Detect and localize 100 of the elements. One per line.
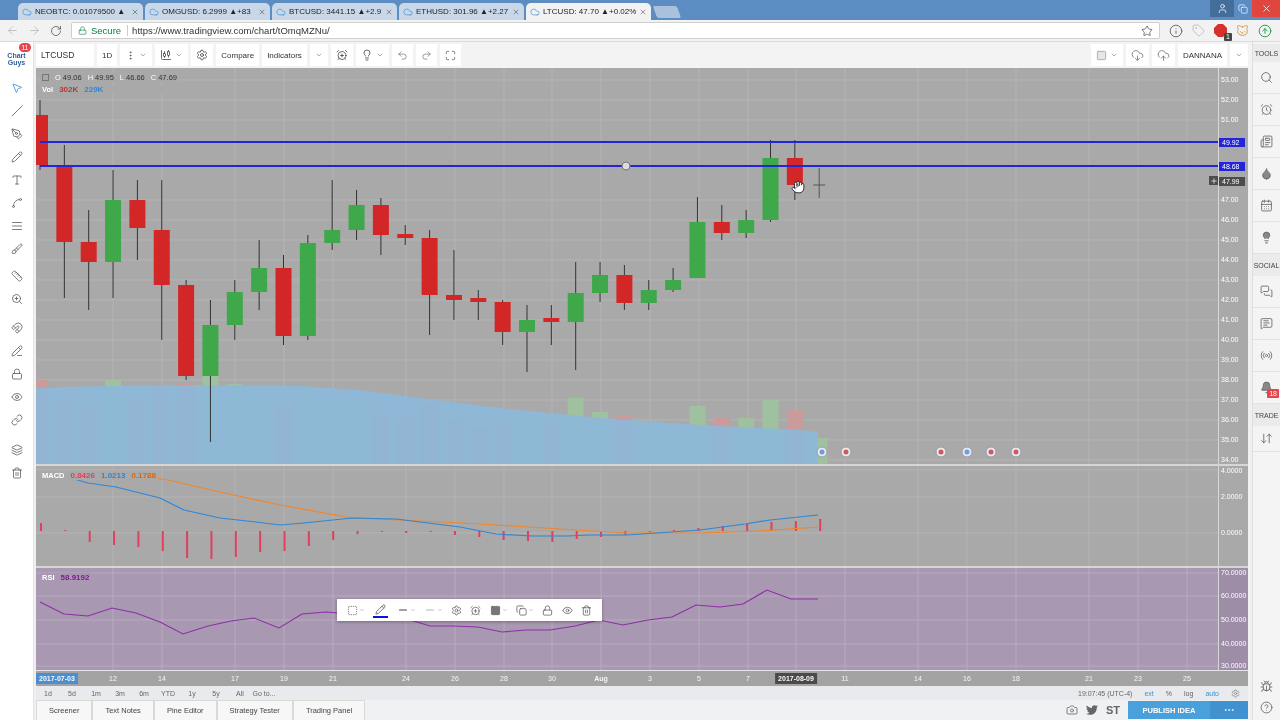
load-button[interactable] [1125,44,1149,66]
trash-icon[interactable] [10,466,23,479]
close-tab-icon[interactable] [258,7,266,16]
line-color-button[interactable] [373,602,389,618]
lock-icon[interactable] [542,604,554,616]
zoom-in-icon[interactable] [10,292,23,305]
browser-tab[interactable]: OMGUSD: 6.2999 ▲+83 [145,3,270,20]
profile-button[interactable] [1210,0,1234,17]
link-icon[interactable] [10,413,23,426]
save-button[interactable] [1151,44,1175,66]
restore-window-icon[interactable] [1238,3,1248,14]
trash-icon[interactable] [580,604,592,616]
chat-bubbles-icon[interactable] [1260,285,1273,298]
info-extension-icon[interactable] [1169,23,1183,38]
candlestick [372,197,389,256]
calendar-icon[interactable] [1260,199,1273,212]
pencil-icon[interactable] [10,150,23,163]
line-handle[interactable] [621,161,631,171]
settings-icon[interactable] [1231,688,1240,698]
settings-button[interactable] [191,44,214,66]
undo-button[interactable] [391,44,413,66]
lightbulb-icon[interactable] [1260,231,1273,244]
new-tab-button[interactable] [652,6,682,18]
event-marker-icon[interactable] [985,446,997,458]
close-tab-icon[interactable] [385,7,393,16]
collapse-icon[interactable] [42,74,49,81]
cursor-icon[interactable] [10,81,23,94]
ideas-button[interactable] [355,44,389,66]
histogram-bar [137,531,140,547]
camera-icon[interactable] [1065,704,1078,716]
text-icon[interactable] [10,173,23,186]
caret-icon [139,51,148,59]
browser-tab[interactable]: LTCUSD: 47.70 ▲+0.02% [526,3,651,20]
magnet-icon[interactable] [10,321,23,334]
layout-button[interactable] [1090,44,1123,66]
stocktwits-link[interactable]: ST [1105,704,1120,716]
arrow-circle-icon[interactable] [1258,23,1272,38]
cloud-favicon-icon [149,6,159,17]
toolbar-text-button[interactable]: Compare [216,44,260,66]
bookmark-star-icon[interactable] [1141,24,1153,37]
search-icon[interactable] [1260,71,1273,84]
dashed-square-icon[interactable] [347,604,359,616]
stop-sign-extension-icon[interactable] [1214,24,1227,37]
diagonal-line-icon[interactable] [10,104,23,117]
event-marker-icon[interactable] [1010,446,1022,458]
close-icon [1260,3,1272,14]
copy-icon[interactable] [516,604,527,616]
browser-tab[interactable]: ETHUSD: 301.96 ▲+2.27 [399,3,524,20]
brush-icon[interactable] [10,242,23,255]
ruler-icon[interactable] [10,269,23,282]
fullscreen-button[interactable] [439,44,461,66]
symbol-field[interactable]: LTCUSD [36,44,94,66]
alarm-clock-plus-icon[interactable] [470,604,482,616]
alarm-clock-icon[interactable] [1260,103,1273,116]
lock-icon[interactable] [10,367,23,380]
chart-style-button[interactable] [155,44,189,66]
bug-icon[interactable] [1260,680,1273,693]
filled-square-icon[interactable] [489,604,501,616]
drop-icon[interactable] [1260,167,1273,180]
curve-icon[interactable] [10,196,23,209]
event-marker-icon[interactable] [935,446,947,458]
event-marker-icon[interactable] [840,446,852,458]
help-icon[interactable] [1260,701,1273,714]
redo-button[interactable] [415,44,437,66]
candlestick [251,239,268,311]
bird-icon[interactable] [1085,704,1098,716]
newspaper-icon[interactable] [1260,135,1273,148]
pencil-icon [375,603,387,615]
event-marker-icon[interactable] [961,446,973,458]
close-tab-icon[interactable] [512,7,520,16]
close-tab-icon[interactable] [639,7,648,16]
histogram-bar [259,531,262,552]
candlestick [397,224,414,246]
chat-text-icon[interactable] [1260,317,1273,330]
reload-icon[interactable] [50,24,62,37]
horizontal-lines-icon[interactable] [10,219,23,232]
browser-tab[interactable]: NEOBTC: 0.01079500 ▲ [18,3,143,20]
candlestick [470,289,487,321]
cat-extension-icon[interactable] [1236,24,1249,37]
eye-icon[interactable] [10,390,23,403]
eye-icon[interactable] [561,604,573,616]
close-tab-icon[interactable] [131,7,139,16]
histogram-bar [770,522,773,531]
close-window-button[interactable] [1252,0,1280,17]
arrows-up-down-icon[interactable] [1260,432,1273,445]
plus-icon[interactable] [1209,176,1218,185]
layout-name-button[interactable]: DANNANA [1177,44,1227,66]
toolbar-text-button[interactable]: Indicators [262,44,307,66]
histogram-bar [186,531,189,558]
browser-tab[interactable]: BTCUSD: 3441.15 ▲+2.9 [272,3,397,20]
layers-icon[interactable] [10,443,23,456]
broadcast-icon[interactable] [1260,349,1273,362]
caret-icon [528,607,534,613]
alert-button[interactable] [330,44,353,66]
settings-icon[interactable] [451,604,463,616]
pen-nib-icon[interactable] [10,127,23,140]
pencil-line-icon[interactable] [10,344,23,357]
address-bar[interactable]: Secure https://www.tradingview.com/chart/tOmqMZNu/ [71,22,1160,39]
event-marker-icon[interactable] [816,446,828,458]
interval-button[interactable]: 1D [97,44,118,66]
